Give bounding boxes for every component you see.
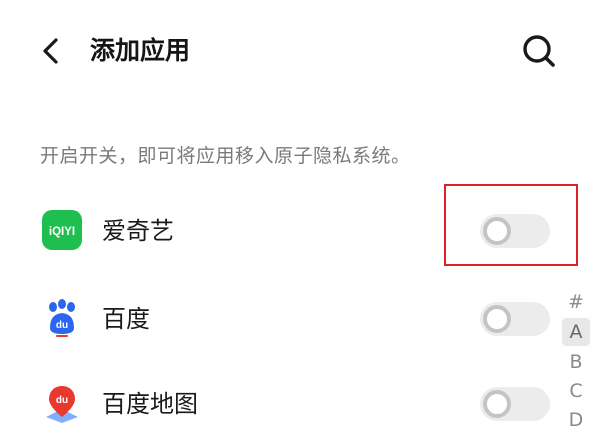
iqiyi-logo-icon: iQIYI: [42, 210, 82, 250]
toggle-switch-baidu-map[interactable]: [480, 387, 550, 421]
index-item-hash[interactable]: #: [562, 288, 590, 316]
add-app-screen: 添加应用 开启开关，即可将应用移入原子隐私系统。 iQIYI 爱奇艺 du 百度…: [0, 0, 600, 437]
hint-text: 开启开关，即可将应用移入原子隐私系统。: [40, 145, 411, 167]
baidu-map-logo-icon: du: [42, 383, 82, 423]
iqiyi-logo-text: iQIYI: [49, 226, 75, 238]
app-row-baidu: du 百度: [0, 280, 600, 358]
toggle-switch-iqiyi[interactable]: [480, 214, 550, 248]
baidu-map-logo-text: du: [56, 395, 68, 406]
app-name: 爱奇艺: [102, 217, 174, 245]
app-name: 百度: [102, 305, 150, 333]
page-title: 添加应用: [90, 36, 191, 65]
toggle-knob: [483, 390, 511, 418]
search-icon: [523, 35, 555, 67]
index-item-d[interactable]: D: [562, 406, 590, 434]
toggle-switch-baidu[interactable]: [480, 302, 550, 336]
app-row-baidu-map: du 百度地图: [0, 365, 600, 437]
chevron-left-icon: [43, 38, 58, 64]
back-button[interactable]: [34, 32, 70, 70]
baidu-logo-icon: du: [42, 298, 82, 338]
search-button[interactable]: [518, 30, 560, 72]
app-row-iqiyi: iQIYI 爱奇艺: [0, 192, 600, 270]
index-item-a[interactable]: A: [562, 318, 590, 346]
app-name: 百度地图: [102, 390, 198, 418]
toggle-knob: [483, 217, 511, 245]
alphabet-index-bar[interactable]: # A B C D: [562, 288, 590, 437]
index-item-b[interactable]: B: [562, 348, 590, 376]
baidu-logo-text: du: [56, 320, 68, 331]
index-item-c[interactable]: C: [562, 377, 590, 405]
toggle-knob: [483, 305, 511, 333]
